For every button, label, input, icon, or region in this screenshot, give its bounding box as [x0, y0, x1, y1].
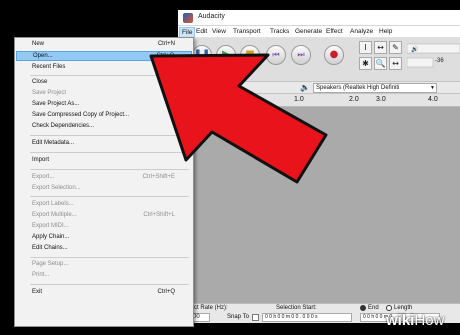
watermark-how: How	[414, 312, 445, 329]
wikihow-watermark: wikiHow	[386, 312, 444, 329]
red-pointer-arrow-icon	[149, 53, 328, 184]
watermark-wiki: wiki	[386, 312, 415, 329]
screenshot: { "window": { "title": "Audacity" }, "me…	[0, 0, 460, 335]
